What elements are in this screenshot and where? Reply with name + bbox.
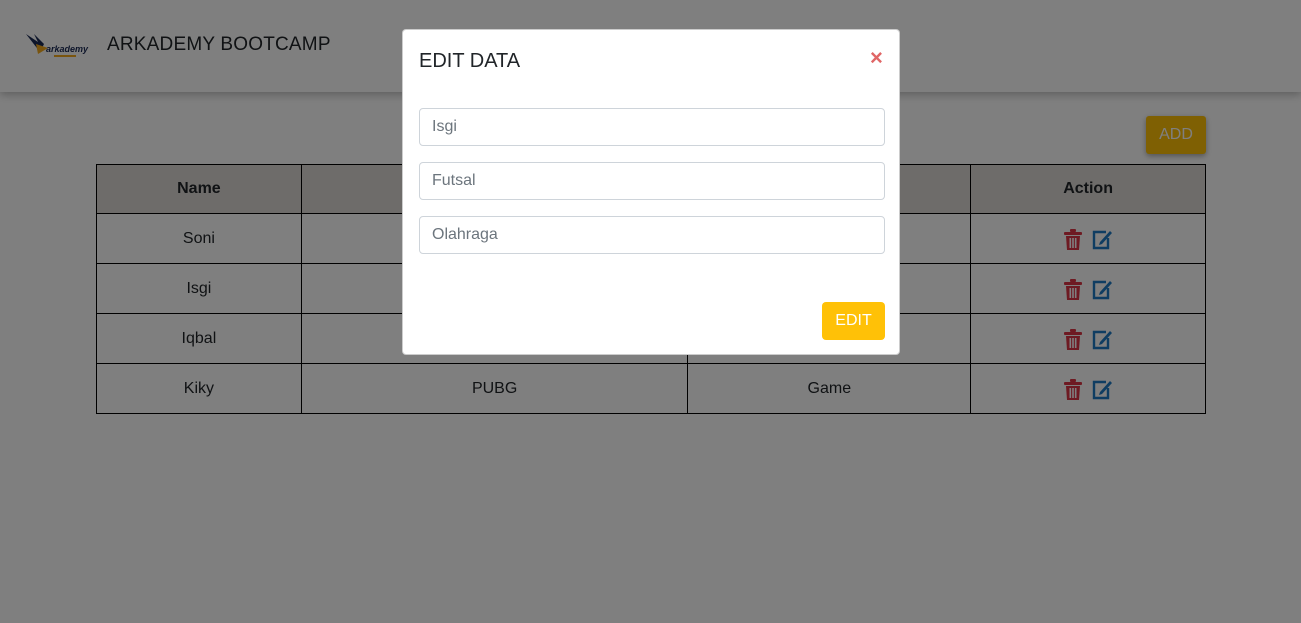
close-icon[interactable]: × xyxy=(870,46,883,70)
edit-submit-button[interactable]: EDIT xyxy=(822,302,885,340)
name-input[interactable] xyxy=(419,108,885,146)
modal-title: EDIT DATA xyxy=(419,50,521,72)
category-input[interactable] xyxy=(419,216,885,254)
hobby-input[interactable] xyxy=(419,162,885,200)
edit-modal: EDIT DATA × EDIT xyxy=(402,29,900,355)
